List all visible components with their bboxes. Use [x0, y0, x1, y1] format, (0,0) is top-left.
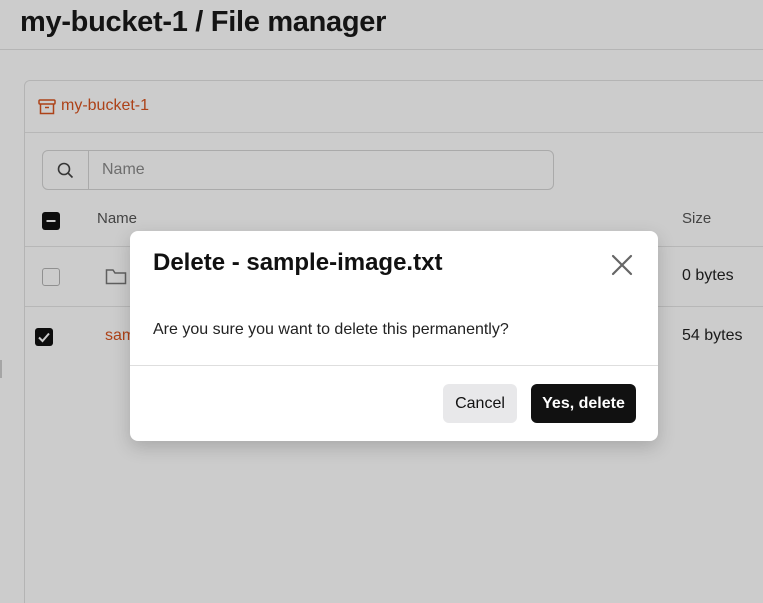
close-icon[interactable]	[608, 251, 636, 279]
cancel-button[interactable]: Cancel	[443, 384, 517, 423]
confirm-delete-button[interactable]: Yes, delete	[531, 384, 636, 423]
dialog-title: Delete - sample-image.txt	[153, 249, 443, 276]
dialog-message: Are you sure you want to delete this per…	[153, 321, 509, 338]
dialog-divider	[130, 365, 658, 366]
delete-dialog: Delete - sample-image.txt Are you sure y…	[130, 231, 658, 441]
